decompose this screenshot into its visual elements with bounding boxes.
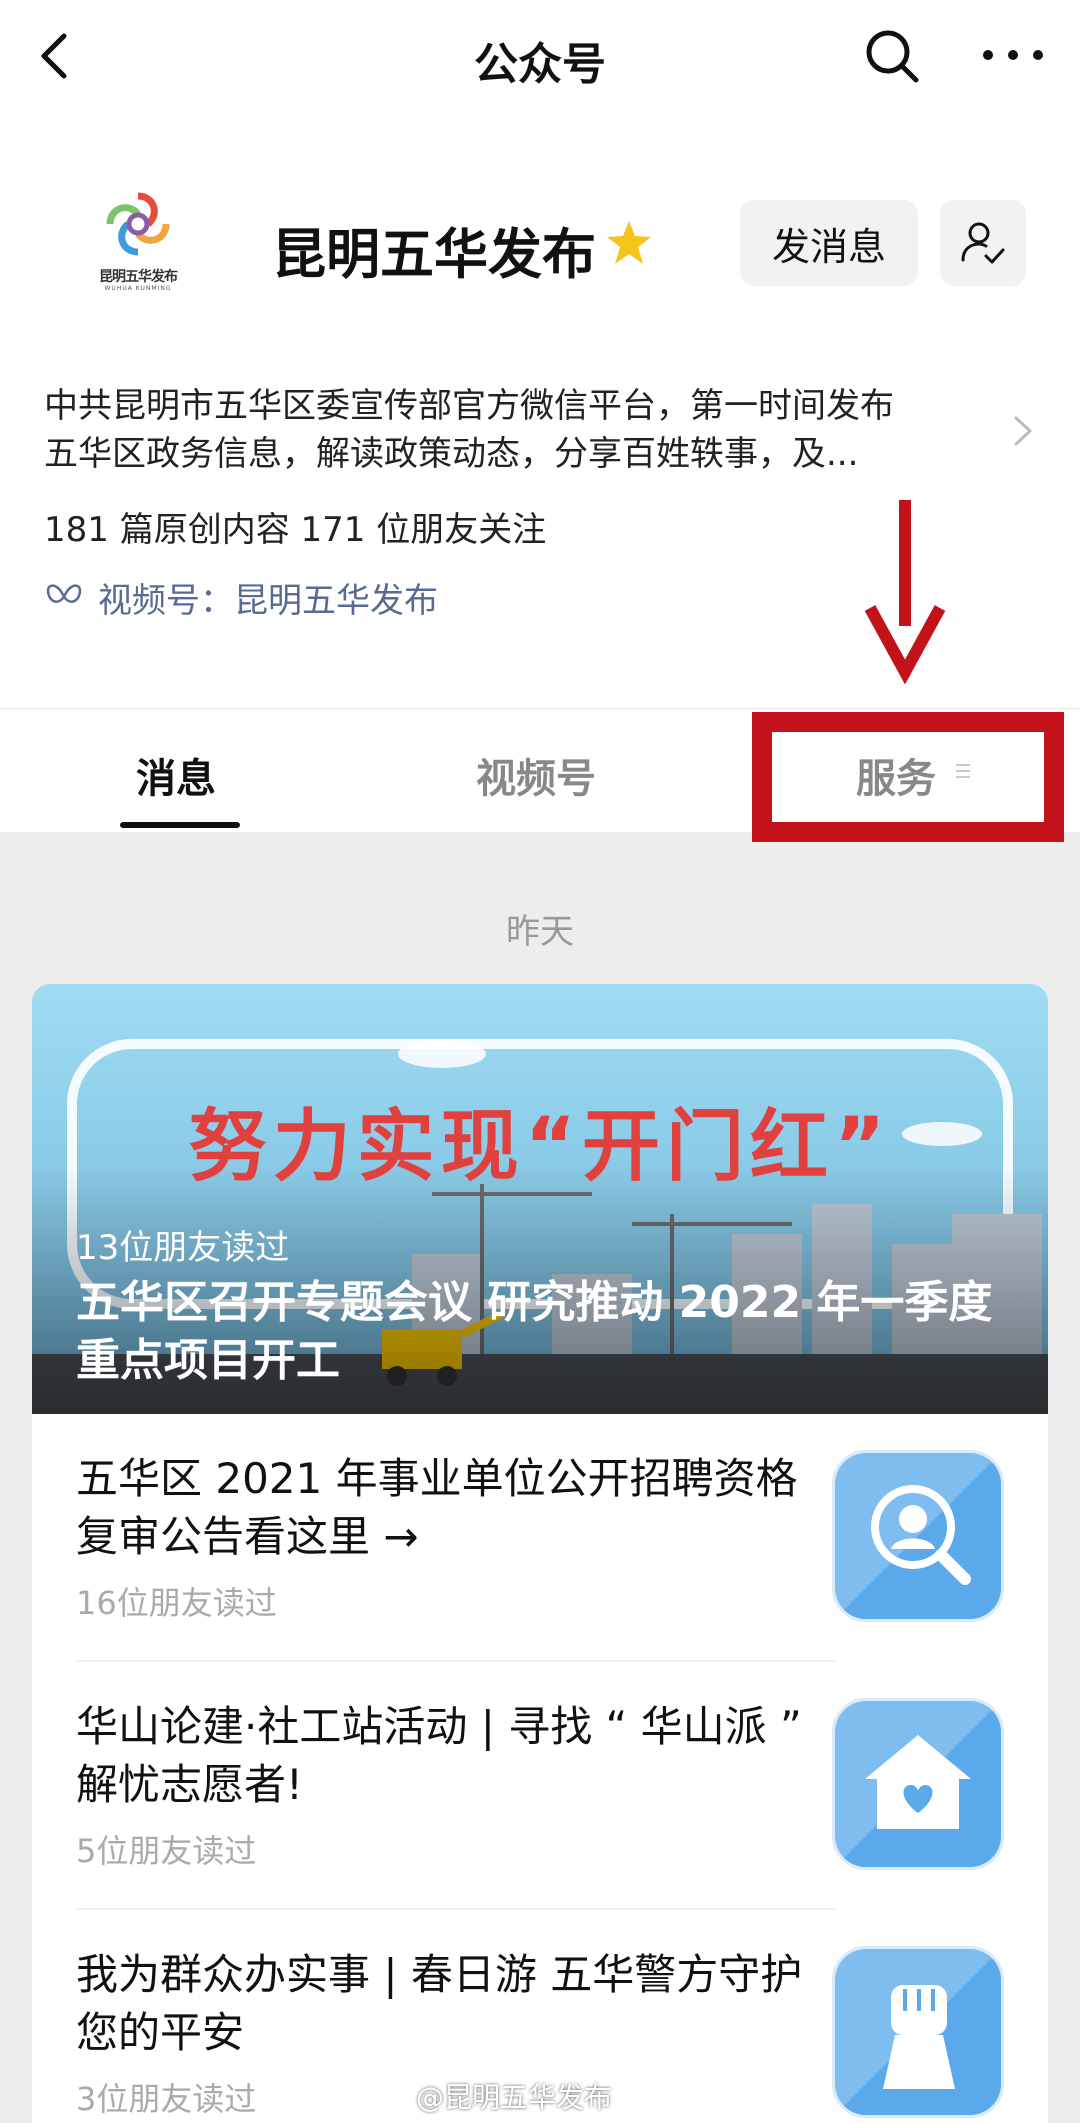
description-line-2: 五华区政务信息，解读政策动态，分享百姓轶事，及... bbox=[44, 434, 859, 474]
send-message-button[interactable]: 发消息 bbox=[740, 200, 918, 286]
article-card: 努力实现“开门红” 13位朋友读过 五华区召开专题会议 研究推动 2022 年一… bbox=[32, 984, 1048, 2123]
featured-read-count: 13位朋友读过 bbox=[76, 1228, 290, 1268]
annotation-arrow-icon bbox=[860, 496, 950, 686]
channel-link[interactable]: 视频号：昆明五华发布 bbox=[44, 574, 438, 621]
more-icon[interactable] bbox=[978, 40, 1048, 70]
follow-button[interactable] bbox=[940, 200, 1026, 286]
article-item[interactable]: 华山论建·社工站活动 | 寻找 “ 华山派 ” 解忧志愿者! 5位朋友读过 bbox=[32, 1662, 1048, 1910]
star-icon[interactable] bbox=[604, 218, 654, 268]
logo-text: 昆明五华发布 bbox=[99, 269, 178, 285]
article-thumbnail bbox=[832, 1946, 1004, 2118]
tab-channels[interactable]: 视频号 bbox=[476, 746, 596, 804]
article-read-count: 16位朋友读过 bbox=[76, 1584, 277, 1622]
logo-subtext: WUHUA KUNMING bbox=[104, 285, 172, 292]
search-icon[interactable] bbox=[862, 26, 922, 86]
featured-article[interactable]: 努力实现“开门红” 13位朋友读过 五华区召开专题会议 研究推动 2022 年一… bbox=[32, 984, 1048, 1414]
active-tab-indicator bbox=[120, 822, 240, 828]
date-label: 昨天 bbox=[506, 912, 574, 952]
magnifier-person-icon bbox=[835, 1453, 1001, 1619]
article-thumbnail bbox=[832, 1450, 1004, 1622]
article-title: 五华区 2021 年事业单位公开招聘资格复审公告看这里 → bbox=[76, 1454, 798, 1561]
article-read-count: 5位朋友读过 bbox=[76, 1832, 257, 1870]
featured-title: 五华区召开专题会议 研究推动 2022 年一季度重点项目开工 bbox=[76, 1277, 993, 1386]
banner-slogan: 努力实现“开门红” bbox=[188, 1102, 892, 1192]
butterfly-icon bbox=[46, 584, 82, 603]
annotation-highlight-box bbox=[752, 712, 1064, 842]
account-stats: 181 篇原创内容 171 位朋友关注 bbox=[44, 510, 547, 550]
article-read-count: 3位朋友读过 bbox=[76, 2080, 257, 2118]
tab-messages[interactable]: 消息 bbox=[136, 746, 216, 804]
fist-icon bbox=[835, 1949, 1001, 2115]
house-heart-icon bbox=[835, 1701, 1001, 1867]
description-line-1: 中共昆明市五华区委宣传部官方微信平台，第一时间发布 bbox=[44, 386, 894, 426]
account-logo: 昆明五华发布 WUHUA KUNMING bbox=[90, 186, 186, 296]
article-title: 华山论建·社工站活动 | 寻找 “ 华山派 ” 解忧志愿者! bbox=[76, 1702, 802, 1809]
watermark: @昆明五华发布 bbox=[416, 2081, 613, 2114]
account-name: 昆明五华发布 bbox=[272, 223, 596, 286]
account-description[interactable]: 中共昆明市五华区委宣传部官方微信平台，第一时间发布 五华区政务信息，解读政策动态… bbox=[44, 382, 1004, 478]
article-item[interactable]: 五华区 2021 年事业单位公开招聘资格复审公告看这里 → 16位朋友读过 bbox=[32, 1414, 1048, 1662]
article-thumbnail bbox=[832, 1698, 1004, 1870]
user-check-icon bbox=[961, 222, 1005, 264]
article-title: 我为群众办实事 | 春日游 五华警方守护您的平安 bbox=[76, 1950, 803, 2057]
chevron-right-icon[interactable] bbox=[1010, 412, 1036, 450]
channel-text: 视频号：昆明五华发布 bbox=[98, 580, 438, 621]
